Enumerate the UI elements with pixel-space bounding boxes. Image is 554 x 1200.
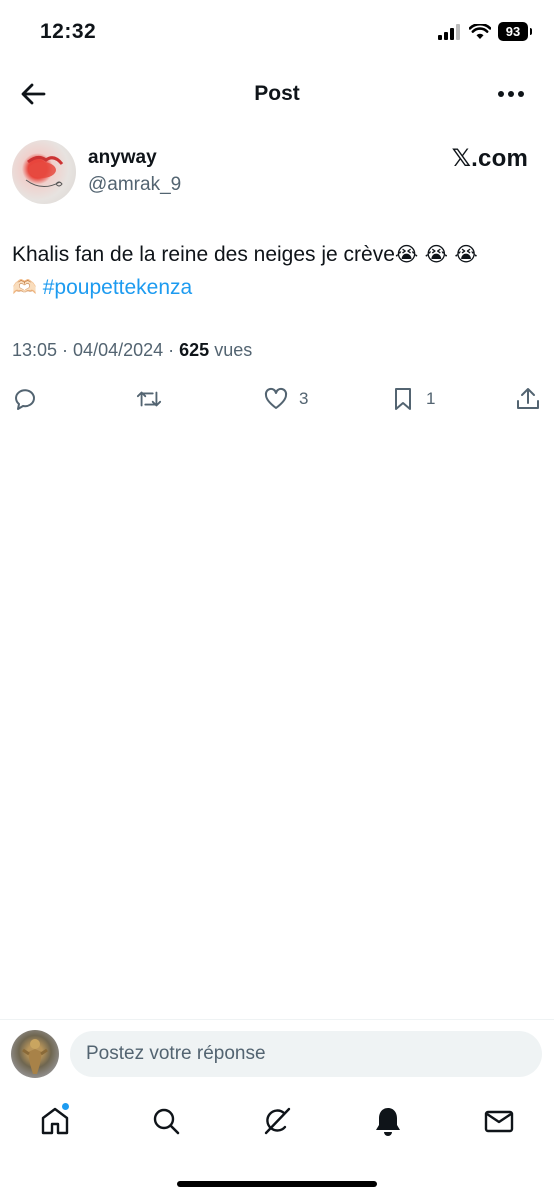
hashtag-link[interactable]: #poupettekenza [43, 276, 192, 299]
share-icon [517, 388, 539, 409]
tab-grok[interactable] [260, 1104, 294, 1138]
tweet-date: 04/04/2024 [73, 340, 164, 360]
tweet-meta: 13:05 · 04/04/2024 · 625 vues [12, 340, 253, 360]
reply-button[interactable] [12, 384, 38, 414]
status-time: 12:32 [40, 20, 97, 43]
reply-divider [0, 1019, 554, 1020]
messages-icon [484, 1110, 514, 1133]
retweet-icon [136, 391, 162, 407]
notifications-icon [376, 1108, 400, 1136]
like-button[interactable]: 3 [263, 384, 308, 414]
reply-icon [15, 389, 35, 410]
views-label: vues [214, 340, 253, 360]
status-indicators: 93 [438, 22, 532, 41]
crying-emoji-group: 😭 😭 😭 [394, 242, 478, 266]
tweet-text: Khalis fan de la reine des neiges je crè… [12, 238, 544, 304]
search-icon [153, 1108, 180, 1135]
author-avatar[interactable] [12, 140, 76, 204]
avatar-sketch-icon [25, 155, 64, 187]
heart-hands-emoji: 🫶🏻 [12, 275, 37, 299]
retweet-button[interactable] [136, 384, 162, 414]
tweet-text-content: Khalis fan de la reine des neiges je crè… [12, 243, 395, 266]
views-count: 625 [179, 340, 210, 360]
share-button[interactable] [515, 384, 541, 414]
likes-count: 3 [299, 389, 309, 408]
more-horizontal-icon [498, 91, 524, 97]
reply-input[interactable] [70, 1031, 542, 1077]
more-options-button[interactable] [496, 84, 526, 104]
tweet-time: 13:05 [12, 340, 58, 360]
avatar-figure-icon [22, 1039, 48, 1074]
bookmark-icon [395, 388, 411, 410]
bookmark-button[interactable]: 1 [390, 384, 435, 414]
author-handle[interactable]: @amrak_9 [88, 174, 181, 196]
wifi-icon [469, 23, 491, 39]
page-title: Post [254, 82, 300, 105]
user-avatar[interactable] [11, 1030, 59, 1078]
author-display-name[interactable]: anyway [88, 147, 157, 169]
heart-icon [264, 387, 288, 409]
xcom-watermark: 𝕏.com [451, 145, 528, 172]
bookmarks-count: 1 [426, 389, 436, 408]
battery-indicator: 93 [498, 22, 532, 41]
home-indicator[interactable] [177, 1181, 377, 1187]
home-notification-dot [61, 1102, 70, 1111]
tab-messages[interactable] [482, 1104, 516, 1138]
signal-icon [438, 23, 460, 40]
tab-notifications[interactable] [371, 1104, 405, 1138]
grok-icon [264, 1107, 291, 1135]
tab-search[interactable] [149, 1104, 183, 1138]
